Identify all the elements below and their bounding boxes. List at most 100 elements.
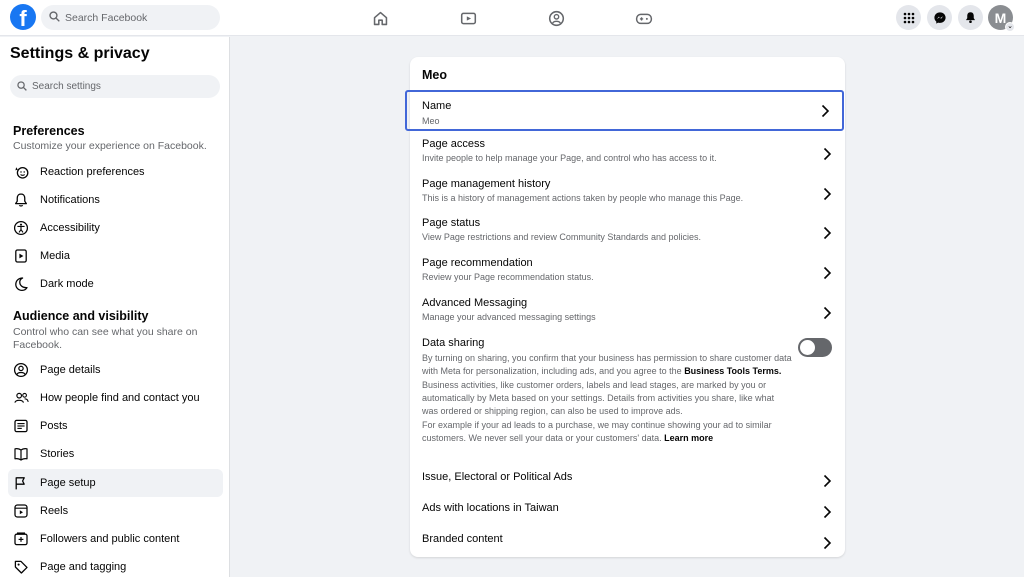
people-icon	[12, 389, 30, 407]
chevron-right-icon	[823, 536, 832, 555]
sidebar-item-label: Notifications	[40, 194, 100, 206]
sidebar-item-label: Stories	[40, 448, 75, 460]
reels-icon	[12, 502, 30, 520]
sidebar-item-dark-mode[interactable]: Dark mode	[8, 270, 223, 298]
sidebar-item-page-details[interactable]: Page details	[8, 356, 223, 384]
messenger-icon[interactable]	[927, 5, 952, 30]
sidebar-item-label: Posts	[40, 420, 68, 432]
chevron-right-icon	[823, 505, 832, 524]
accessibility-icon	[12, 219, 30, 237]
row-subtitle: Manage your advanced messaging settings	[422, 312, 596, 322]
data-sharing-example: For example if your ad leads to a purcha…	[422, 420, 772, 443]
media-icon	[12, 247, 30, 265]
row-subtitle: View Page restrictions and review Commun…	[422, 232, 701, 242]
setting-row-ads-taiwan[interactable]: Ads with locations in Taiwan	[422, 502, 832, 519]
flag-icon	[12, 474, 30, 492]
row-title: Ads with locations in Taiwan	[422, 502, 559, 514]
data-sharing-toggle[interactable]	[798, 338, 832, 357]
sidebar-item-label: Accessibility	[40, 222, 100, 234]
groups-icon[interactable]	[546, 8, 566, 28]
sidebar-item-media[interactable]: Media	[8, 242, 223, 270]
section-subtitle-preferences: Customize your experience on Facebook.	[13, 140, 207, 152]
section-title-preferences: Preferences	[13, 124, 85, 138]
row-title: Advanced Messaging	[422, 297, 528, 309]
account-dropdown-icon[interactable]: ⌄	[1005, 22, 1015, 32]
sidebar-item-notifications[interactable]: Notifications	[8, 186, 223, 214]
chevron-right-icon	[823, 474, 832, 493]
row-subtitle: Invite people to help manage your Page, …	[422, 153, 717, 163]
sidebar-item-label: Reaction preferences	[40, 166, 145, 178]
chevron-right-icon	[823, 226, 832, 245]
facebook-logo[interactable]: f	[10, 4, 36, 30]
tag-icon	[12, 558, 30, 576]
settings-search-box[interactable]	[10, 75, 220, 98]
followers-icon	[12, 530, 30, 548]
facebook-search-input[interactable]	[65, 11, 215, 24]
business-tools-terms-link[interactable]: Business Tools Terms.	[684, 366, 781, 376]
data-sharing-example-text: For example if your ad leads to a purcha…	[422, 419, 792, 445]
setting-row-name[interactable]: Name Meo	[405, 90, 844, 131]
sidebar-item-label: Media	[40, 250, 70, 262]
video-icon[interactable]	[458, 8, 478, 28]
row-title: Name	[422, 100, 452, 112]
posts-icon	[12, 417, 30, 435]
sidebar-item-page-and-tagging[interactable]: Page and tagging	[8, 553, 223, 577]
chevron-right-icon	[823, 266, 832, 285]
top-navigation-bar: f M ⌄	[0, 0, 1024, 36]
notifications-bell-icon[interactable]	[958, 5, 983, 30]
data-sharing-title: Data sharing	[422, 337, 485, 349]
sidebar-item-label: How people find and contact you	[40, 392, 200, 404]
setting-row-page-recommendation[interactable]: Page recommendation Review your Page rec…	[422, 257, 832, 282]
toggle-knob	[800, 340, 815, 355]
chevron-right-icon	[821, 104, 830, 123]
section-subtitle-audience: Control who can see what you share on Fa…	[13, 326, 198, 351]
bell-icon	[12, 191, 30, 209]
settings-title: Settings & privacy	[10, 45, 150, 62]
gaming-icon[interactable]	[634, 8, 654, 28]
search-icon	[49, 9, 60, 27]
sidebar-item-find-and-contact[interactable]: How people find and contact you	[8, 384, 223, 412]
sidebar-item-label: Page details	[40, 364, 101, 376]
row-subtitle: Meo	[422, 116, 440, 126]
setting-row-page-management-history[interactable]: Page management history This is a histor…	[422, 178, 832, 203]
sidebar-item-page-setup[interactable]: Page setup	[8, 469, 223, 497]
search-icon	[17, 78, 27, 96]
chevron-right-icon	[823, 147, 832, 166]
sidebar-item-label: Page and tagging	[40, 561, 127, 573]
settings-sidebar: Settings & privacy Preferences Customize…	[0, 37, 230, 577]
sidebar-item-followers[interactable]: Followers and public content	[8, 525, 223, 553]
page-setup-card: Meo Page access Invite people to help ma…	[410, 57, 845, 557]
data-sharing-description: By turning on sharing, you confirm that …	[422, 352, 792, 378]
learn-more-link[interactable]: Learn more	[664, 433, 713, 443]
setting-row-political-ads[interactable]: Issue, Electoral or Political Ads	[422, 471, 832, 488]
menu-grid-icon[interactable]	[896, 5, 921, 30]
book-icon	[12, 445, 30, 463]
sidebar-item-accessibility[interactable]: Accessibility	[8, 214, 223, 242]
moon-icon	[12, 275, 30, 293]
row-title: Page access	[422, 138, 485, 150]
sidebar-item-reels[interactable]: Reels	[8, 497, 223, 525]
setting-row-page-access[interactable]: Page access Invite people to help manage…	[422, 138, 832, 163]
setting-row-page-status[interactable]: Page status View Page restrictions and r…	[422, 217, 832, 242]
chevron-right-icon	[823, 187, 832, 206]
setting-row-branded-content[interactable]: Branded content	[422, 533, 832, 550]
home-icon[interactable]	[370, 8, 390, 28]
sidebar-item-label: Page setup	[40, 477, 96, 489]
row-subtitle: Review your Page recommendation status.	[422, 272, 594, 282]
sidebar-item-stories[interactable]: Stories	[8, 440, 223, 468]
settings-search-input[interactable]	[32, 81, 212, 92]
row-title: Branded content	[422, 533, 503, 545]
sidebar-item-label: Reels	[40, 505, 69, 517]
row-title: Page management history	[422, 178, 551, 190]
row-title: Issue, Electoral or Political Ads	[422, 471, 573, 483]
sidebar-item-reaction-preferences[interactable]: Reaction preferences	[8, 158, 223, 186]
person-icon	[12, 361, 30, 379]
reaction-icon	[12, 163, 30, 181]
data-sharing-activities-text: Business activities, like customer order…	[422, 380, 775, 416]
sidebar-item-label: Dark mode	[40, 278, 94, 290]
facebook-search-box[interactable]	[41, 5, 220, 30]
sidebar-item-posts[interactable]: Posts	[8, 412, 223, 440]
page-name-heading: Meo	[422, 68, 447, 82]
setting-row-advanced-messaging[interactable]: Advanced Messaging Manage your advanced …	[422, 297, 832, 322]
row-title: Page status	[422, 217, 481, 229]
